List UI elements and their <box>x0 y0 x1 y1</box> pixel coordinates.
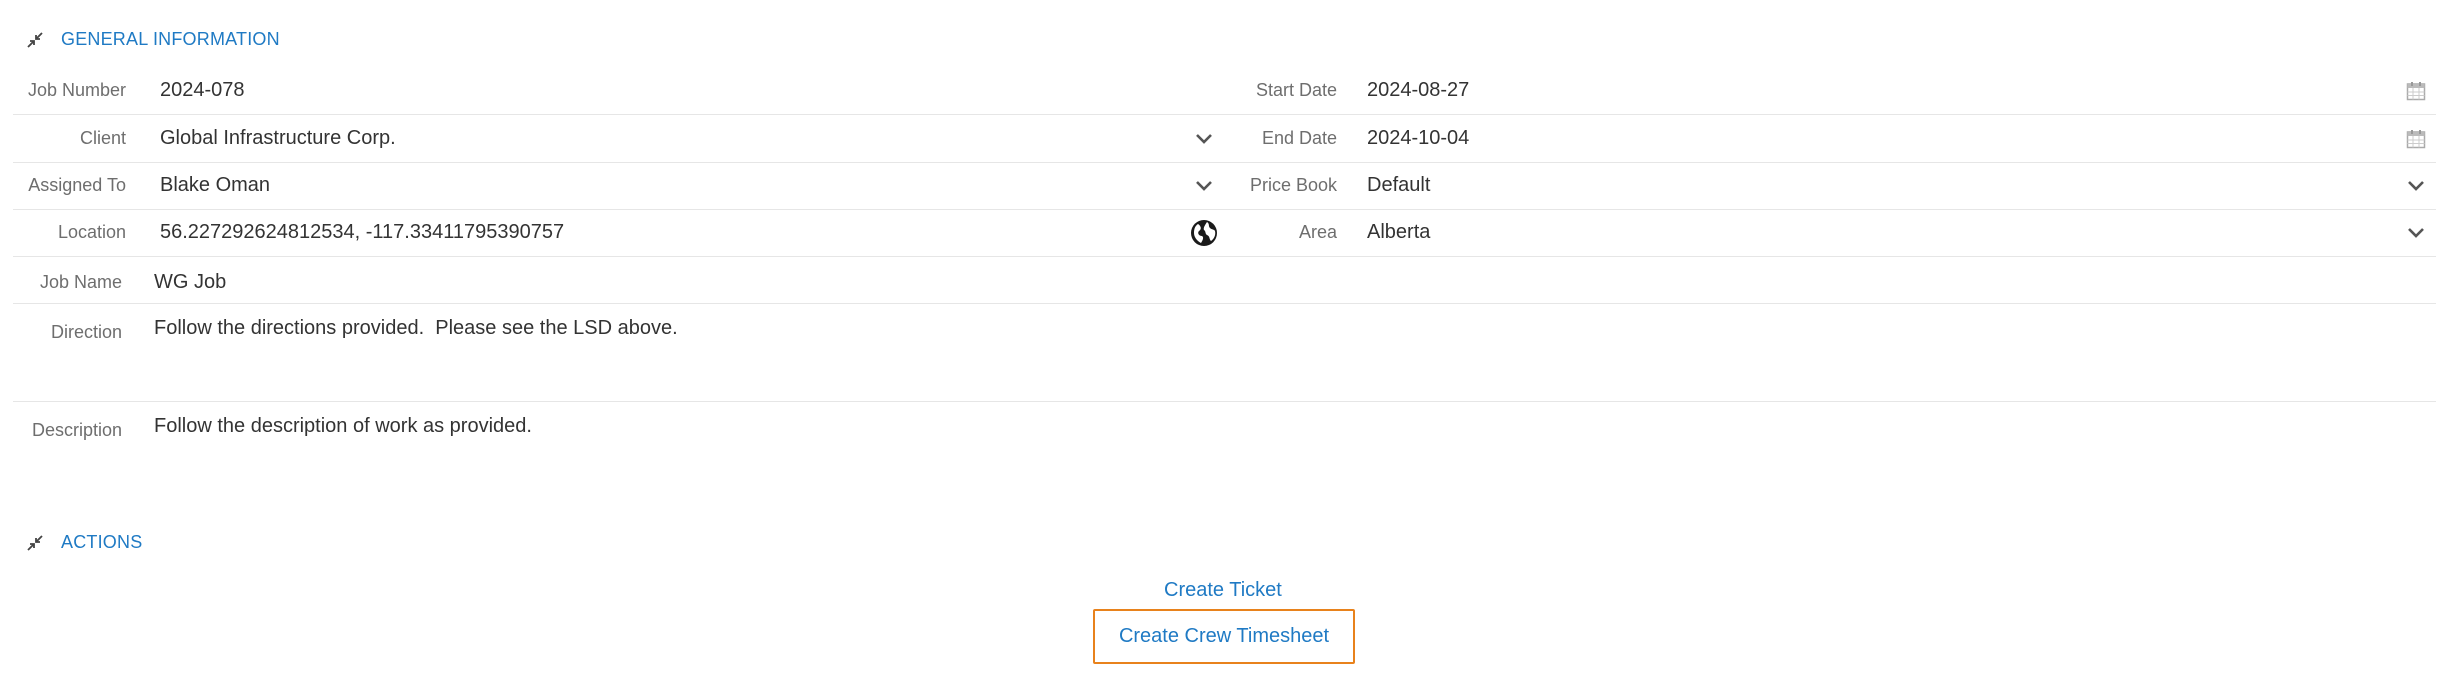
price-book-select[interactable]: Default <box>1367 162 1430 209</box>
general-information-header[interactable]: GENERAL INFORMATION <box>27 29 280 50</box>
job-number-field[interactable]: 2024-078 <box>160 67 245 114</box>
actions-header[interactable]: ACTIONS <box>27 532 142 553</box>
end-date-field[interactable]: 2024-10-04 <box>1367 115 1469 162</box>
area-row: Area Alberta <box>1221 209 2436 257</box>
description-textarea[interactable]: Follow the description of work as provid… <box>154 415 532 438</box>
assigned-to-row: Assigned To Blake Oman <box>13 162 1229 210</box>
assigned-to-select[interactable]: Blake Oman <box>160 162 270 209</box>
create-crew-timesheet-button[interactable]: Create Crew Timesheet <box>1093 609 1355 664</box>
start-date-row: Start Date 2024-08-27 <box>1221 67 2436 115</box>
job-name-field[interactable]: WG Job <box>154 259 226 306</box>
client-row: Client Global Infrastructure Corp. <box>13 115 1229 163</box>
general-information-title: GENERAL INFORMATION <box>61 29 280 49</box>
chevron-down-icon[interactable] <box>1184 115 1224 162</box>
location-field[interactable]: 56.227292624812534, -117.33411795390757 <box>160 209 564 256</box>
job-detail-page: GENERAL INFORMATION Job Number 2024-078 … <box>0 0 2450 684</box>
create-ticket-link[interactable]: Create Ticket <box>1164 579 1282 602</box>
location-row: Location 56.227292624812534, -117.334117… <box>13 209 1229 257</box>
direction-textarea[interactable]: Follow the directions provided. Please s… <box>154 317 678 340</box>
assigned-to-label: Assigned To <box>28 175 126 195</box>
globe-icon[interactable] <box>1184 209 1224 256</box>
job-number-label: Job Number <box>27 80 126 100</box>
area-select[interactable]: Alberta <box>1367 209 1430 256</box>
direction-label: Direction <box>50 322 122 342</box>
collapse-arrows-icon[interactable] <box>27 534 43 551</box>
job-number-row: Job Number 2024-078 <box>13 67 1229 115</box>
calendar-icon[interactable] <box>2396 67 2436 114</box>
calendar-icon[interactable] <box>2396 115 2436 162</box>
start-date-label: Start Date <box>1255 80 1337 100</box>
client-select[interactable]: Global Infrastructure Corp. <box>160 115 396 162</box>
job-name-label: Job Name <box>39 272 122 292</box>
location-label: Location <box>57 222 126 242</box>
job-name-row: Job Name WG Job <box>13 257 2436 304</box>
client-label: Client <box>79 128 126 148</box>
area-label: Area <box>1298 222 1337 242</box>
actions-title: ACTIONS <box>61 532 143 552</box>
description-row: Description Follow the description of wo… <box>13 402 2436 500</box>
start-date-field[interactable]: 2024-08-27 <box>1367 67 1469 114</box>
chevron-down-icon[interactable] <box>2396 162 2436 209</box>
chevron-down-icon[interactable] <box>1184 162 1224 209</box>
price-book-label: Price Book <box>1249 175 1337 195</box>
direction-row: Direction Follow the directions provided… <box>13 304 2436 402</box>
end-date-label: End Date <box>1261 128 1337 148</box>
create-crew-timesheet-label[interactable]: Create Crew Timesheet <box>1119 625 1329 648</box>
end-date-row: End Date 2024-10-04 <box>1221 115 2436 163</box>
description-label: Description <box>31 420 122 440</box>
collapse-arrows-icon[interactable] <box>27 31 43 48</box>
price-book-row: Price Book Default <box>1221 162 2436 210</box>
chevron-down-icon[interactable] <box>2396 209 2436 256</box>
